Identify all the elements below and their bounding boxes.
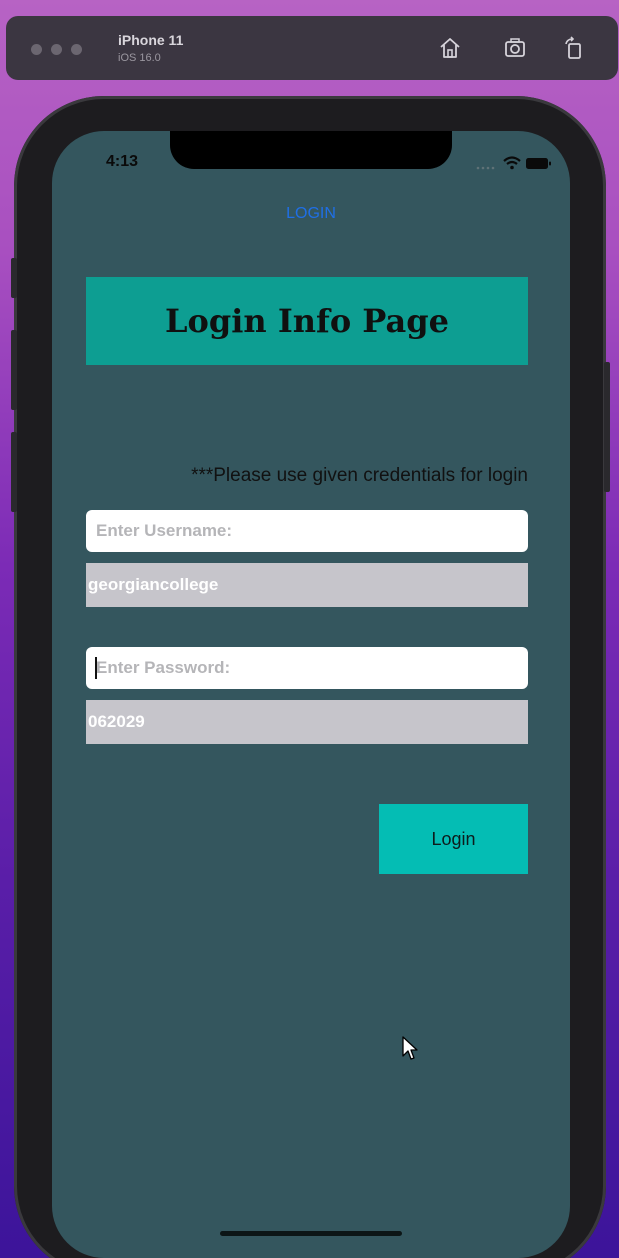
side-button <box>604 362 610 492</box>
notch <box>170 131 452 169</box>
nav-title: LOGIN <box>286 205 336 222</box>
app-screen: 4:13 LOGIN Login Info Page ***Please use… <box>52 131 570 1258</box>
page-title-banner: Login Info Page <box>86 277 528 365</box>
volume-up-button <box>11 330 17 410</box>
zoom-window-button[interactable] <box>71 44 82 55</box>
credentials-hint: ***Please use given credentials for logi… <box>191 465 528 486</box>
home-indicator <box>220 1231 402 1236</box>
device-name: iPhone 11 <box>118 32 184 48</box>
mouse-pointer-icon <box>402 1036 418 1060</box>
password-input[interactable] <box>86 647 528 689</box>
minimize-window-button[interactable] <box>51 44 62 55</box>
volume-down-button <box>11 432 17 512</box>
screenshot-icon[interactable] <box>503 36 527 60</box>
status-time: 4:13 <box>106 153 139 170</box>
username-input[interactable] <box>86 510 528 552</box>
simulator-toolbar: iPhone 11 iOS 16.0 <box>6 16 618 80</box>
rotate-icon[interactable] <box>562 36 586 60</box>
close-window-button[interactable] <box>31 44 42 55</box>
device-os-version: iOS 16.0 <box>118 52 161 64</box>
battery-icon <box>526 158 551 169</box>
given-password-label: 062029 <box>86 700 528 744</box>
signal-dots-icon <box>476 166 495 170</box>
given-username-label: georgiancollege <box>86 563 528 607</box>
wifi-icon <box>503 156 521 170</box>
home-icon[interactable] <box>438 36 462 60</box>
page-title: Login Info Page <box>165 302 449 340</box>
login-button[interactable]: Login <box>379 804 528 874</box>
text-cursor <box>95 657 97 679</box>
status-icons <box>476 156 551 170</box>
silent-switch <box>11 258 17 298</box>
